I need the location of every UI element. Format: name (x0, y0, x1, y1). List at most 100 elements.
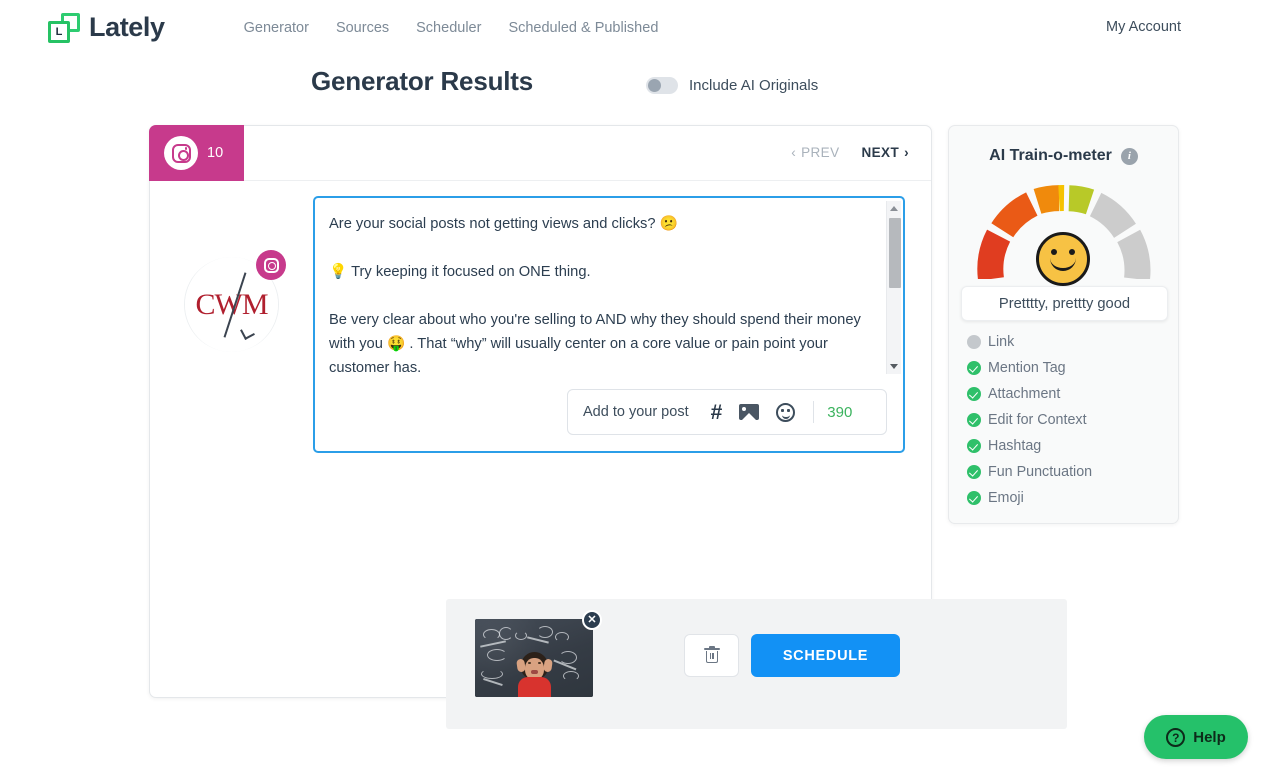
emoji-icon[interactable] (776, 403, 795, 422)
checklist-item-emoji[interactable]: Emoji (967, 485, 1167, 511)
person-mouth (531, 670, 538, 674)
chalk-squiggle (499, 627, 513, 640)
instagram-icon (264, 258, 279, 273)
logo-letter: L (56, 27, 63, 38)
check-circle-icon (967, 361, 981, 375)
generator-result-card: 10 ‹ PREV NEXT › CWM (149, 125, 932, 698)
checklist-item-edit-for-context[interactable]: Edit for Context (967, 407, 1167, 433)
smiley-eye-left (1051, 249, 1057, 255)
remove-attachment-button[interactable]: ✕ (582, 610, 602, 630)
gauge-segment-7 (1128, 236, 1137, 279)
checklist-item-fun-punctuation[interactable]: Fun Punctuation (967, 459, 1167, 485)
brand-logo[interactable]: L Lately (48, 12, 165, 43)
attachment-thumbnail-wrapper: ✕ (475, 619, 593, 697)
post-text-container: Are your social posts not getting views … (315, 198, 903, 375)
next-button[interactable]: NEXT › (861, 145, 909, 160)
nav-link-scheduler[interactable]: Scheduler (416, 20, 481, 36)
platform-tab-instagram[interactable]: 10 (149, 125, 244, 181)
chalk-squiggle (537, 626, 553, 638)
trash-lid (704, 648, 720, 650)
page-heading-row: Generator Results Include AI Originals (0, 66, 1262, 108)
person-shirt (518, 677, 551, 697)
checklist-label: Link (988, 334, 1014, 350)
emoji-glyph (776, 403, 795, 422)
scroll-up-arrow-icon[interactable] (890, 206, 898, 211)
gauge-segment-2 (1002, 204, 1032, 230)
info-icon[interactable]: i (1121, 148, 1138, 165)
meter-score-pill: Pretttty, prettty good (961, 286, 1168, 321)
character-count: 390 (827, 404, 852, 421)
nav-link-generator[interactable]: Generator (244, 20, 309, 36)
checklist-label: Mention Tag (988, 360, 1066, 376)
check-circle-icon (967, 465, 981, 479)
instagram-icon-badge (164, 136, 198, 170)
add-to-post-icons: # (711, 402, 796, 423)
smiley-mouth (1050, 258, 1076, 271)
image-icon[interactable] (739, 404, 759, 420)
chalk-squiggle (563, 671, 579, 681)
nav-link-sources[interactable]: Sources (336, 20, 389, 36)
primary-nav-links: Generator Sources Scheduler Scheduled & … (244, 20, 659, 36)
toolbar-divider (813, 401, 814, 423)
chevron-right-icon: › (904, 145, 909, 160)
gauge (974, 179, 1154, 279)
person-eye-right (538, 662, 541, 664)
include-ai-originals-label: Include AI Originals (689, 77, 818, 94)
person-eye-left (528, 662, 531, 664)
attachment-thumbnail[interactable] (475, 619, 593, 697)
hashtag-glyph: # (711, 402, 723, 423)
person-illustration (516, 652, 553, 697)
scrollbar-thumb[interactable] (889, 218, 901, 288)
meter-header: AI Train-o-meter i (949, 126, 1178, 165)
help-widget[interactable]: ? Help (1144, 715, 1248, 759)
gauge-segment-6 (1095, 205, 1124, 231)
smiley-eye-right (1069, 249, 1075, 255)
check-circle-icon (967, 439, 981, 453)
next-label: NEXT (861, 145, 899, 160)
prev-button[interactable]: ‹ PREV (791, 145, 839, 160)
question-circle-icon: ? (1166, 728, 1185, 747)
check-circle-icon (967, 387, 981, 401)
platform-post-count: 10 (207, 145, 223, 161)
schedule-button[interactable]: SCHEDULE (751, 634, 900, 677)
meter-score-label: Pretttty, prettty good (999, 296, 1130, 312)
post-text[interactable]: Are your social posts not getting views … (329, 212, 885, 375)
include-ai-originals-toggle[interactable] (646, 77, 678, 94)
hashtag-icon[interactable]: # (711, 402, 723, 423)
ai-train-o-meter-panel: AI Train-o-meter i Pretttty, prettty goo… (948, 125, 1179, 524)
card-action-buttons: SCHEDULE (684, 634, 900, 677)
lately-logo-icon: L (48, 13, 80, 43)
person-hand-right (543, 659, 553, 673)
delete-button[interactable] (684, 634, 739, 677)
scroll-down-arrow-icon[interactable] (890, 364, 898, 369)
chalk-squiggle (515, 631, 527, 640)
check-circle-icon (967, 491, 981, 505)
checklist-item-attachment[interactable]: Attachment (967, 381, 1167, 407)
checklist-item-link[interactable]: Link (967, 329, 1167, 355)
post-text-scrollbar[interactable] (886, 201, 901, 374)
chalk-squiggle (487, 649, 507, 661)
gauge-segment-1 (990, 236, 998, 279)
my-account-link[interactable]: My Account (1106, 19, 1181, 35)
checklist-label: Attachment (988, 386, 1060, 402)
include-ai-originals-control: Include AI Originals (646, 77, 818, 94)
image-glyph (739, 404, 759, 420)
unchecked-circle-icon (967, 335, 981, 349)
avatar-column: CWM (150, 182, 313, 453)
checklist-label: Fun Punctuation (988, 464, 1092, 480)
brand-name: Lately (89, 12, 165, 43)
chalk-squiggle (483, 629, 500, 640)
checklist-label: Edit for Context (988, 412, 1087, 428)
gauge-segment-3 (1037, 198, 1059, 201)
post-composer-row: CWM Are your social posts not getting vi… (150, 182, 933, 453)
top-navigation-bar: L Lately Generator Sources Scheduler Sch… (0, 0, 1262, 55)
nav-link-scheduled-published[interactable]: Scheduled & Published (508, 20, 658, 36)
checklist-item-mention-tag[interactable]: Mention Tag (967, 355, 1167, 381)
checklist-label: Emoji (988, 490, 1024, 506)
post-editor[interactable]: Are your social posts not getting views … (313, 196, 905, 453)
logo-square-front: L (48, 21, 70, 43)
person-hand-left (516, 659, 526, 673)
checklist-item-hashtag[interactable]: Hashtag (967, 433, 1167, 459)
check-circle-icon (967, 413, 981, 427)
checklist-label: Hashtag (988, 438, 1041, 454)
